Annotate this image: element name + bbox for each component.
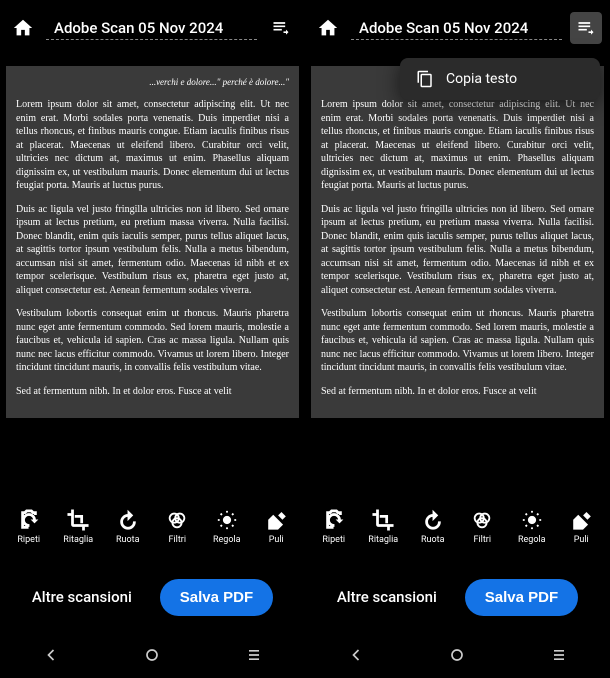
retake-button[interactable]: Ripeti <box>309 509 359 545</box>
action-bar: Altre scansioni Salva PDF <box>305 562 610 632</box>
app-header: Adobe Scan 05 Nov 2024 <box>305 0 610 56</box>
tool-label: Puli <box>269 535 284 545</box>
document-viewport[interactable]: ...verchi e dolore..." perché è dolore..… <box>0 56 305 492</box>
recents-nav-button[interactable] <box>234 635 274 675</box>
scanned-document: ...verchi e dolore..." perché è dolore..… <box>6 66 299 418</box>
document-title[interactable]: Adobe Scan 05 Nov 2024 <box>351 19 562 40</box>
phone-right: Adobe Scan 05 Nov 2024 Copia testo ...ve… <box>305 0 610 678</box>
doc-paragraph: Sed at fermentum nibh. In et dolor eros.… <box>321 385 594 399</box>
tool-label: Ripeti <box>17 535 40 545</box>
back-nav-button[interactable] <box>31 635 71 675</box>
tool-label: Filtri <box>473 535 491 545</box>
document-title[interactable]: Adobe Scan 05 Nov 2024 <box>46 19 257 40</box>
cleanup-button[interactable]: Puli <box>252 509 302 545</box>
home-nav-button[interactable] <box>132 635 172 675</box>
app-header: Adobe Scan 05 Nov 2024 <box>0 0 305 56</box>
back-nav-button[interactable] <box>336 635 376 675</box>
rotate-button[interactable]: Ruota <box>408 509 458 545</box>
system-nav-bar <box>0 632 305 678</box>
tool-label: Ripeti <box>322 535 345 545</box>
screenshot-container: Adobe Scan 05 Nov 2024 ...verchi e dolor… <box>0 0 610 678</box>
home-icon[interactable] <box>8 13 38 43</box>
tool-label: Ruota <box>421 535 444 545</box>
tool-label: Ruota <box>116 535 139 545</box>
save-pdf-button[interactable]: Salva PDF <box>465 579 578 616</box>
doc-paragraph: Lorem ipsum dolor sit amet, consectetur … <box>321 98 594 193</box>
doc-paragraph: Vestibulum lobortis consequat enim ut rh… <box>16 307 289 375</box>
doc-paragraph: Duis ac ligula vel justo fringilla ultri… <box>321 203 594 298</box>
more-options-icon[interactable] <box>570 12 602 44</box>
phone-left: Adobe Scan 05 Nov 2024 ...verchi e dolor… <box>0 0 305 678</box>
filters-button[interactable]: Filtri <box>153 509 203 545</box>
fade-gradient <box>305 468 610 492</box>
crop-button[interactable]: Ritaglia <box>359 509 409 545</box>
doc-paragraph: Vestibulum lobortis consequat enim ut rh… <box>321 307 594 375</box>
system-nav-bar <box>305 632 610 678</box>
doc-intro: ...verchi e dolore..." perché è dolore..… <box>16 76 289 88</box>
scanned-document: ...verchi e dolore..." perché è dolore..… <box>311 66 604 418</box>
tool-label: Regola <box>213 535 241 545</box>
context-menu: Copia testo <box>400 58 600 100</box>
tool-label: Puli <box>574 535 589 545</box>
action-bar: Altre scansioni Salva PDF <box>0 562 305 632</box>
doc-paragraph: Duis ac ligula vel justo fringilla ultri… <box>16 203 289 298</box>
more-options-icon[interactable] <box>265 12 297 44</box>
more-scans-button[interactable]: Altre scansioni <box>32 588 132 606</box>
adjust-button[interactable]: Regola <box>202 509 252 545</box>
filters-button[interactable]: Filtri <box>458 509 508 545</box>
home-icon[interactable] <box>313 13 343 43</box>
recents-nav-button[interactable] <box>539 635 579 675</box>
crop-button[interactable]: Ritaglia <box>54 509 104 545</box>
tool-bar: Ripeti Ritaglia Ruota Filtri Regola Puli <box>305 492 610 562</box>
cleanup-button[interactable]: Puli <box>557 509 607 545</box>
adjust-button[interactable]: Regola <box>507 509 557 545</box>
document-viewport[interactable]: ...verchi e dolore..." perché è dolore..… <box>305 56 610 492</box>
tool-label: Filtri <box>168 535 186 545</box>
tool-label: Regola <box>518 535 546 545</box>
copy-text-menu-item[interactable]: Copia testo <box>446 71 517 87</box>
doc-paragraph: Sed at fermentum nibh. In et dolor eros.… <box>16 385 289 399</box>
tool-bar: Ripeti Ritaglia Ruota Filtri Regola Puli <box>0 492 305 562</box>
save-pdf-button[interactable]: Salva PDF <box>160 579 273 616</box>
tool-label: Ritaglia <box>368 535 398 545</box>
retake-button[interactable]: Ripeti <box>4 509 54 545</box>
copy-icon <box>416 70 434 88</box>
tool-label: Ritaglia <box>63 535 93 545</box>
rotate-button[interactable]: Ruota <box>103 509 153 545</box>
home-nav-button[interactable] <box>437 635 477 675</box>
more-scans-button[interactable]: Altre scansioni <box>337 588 437 606</box>
fade-gradient <box>0 468 305 492</box>
doc-paragraph: Lorem ipsum dolor sit amet, consectetur … <box>16 98 289 193</box>
